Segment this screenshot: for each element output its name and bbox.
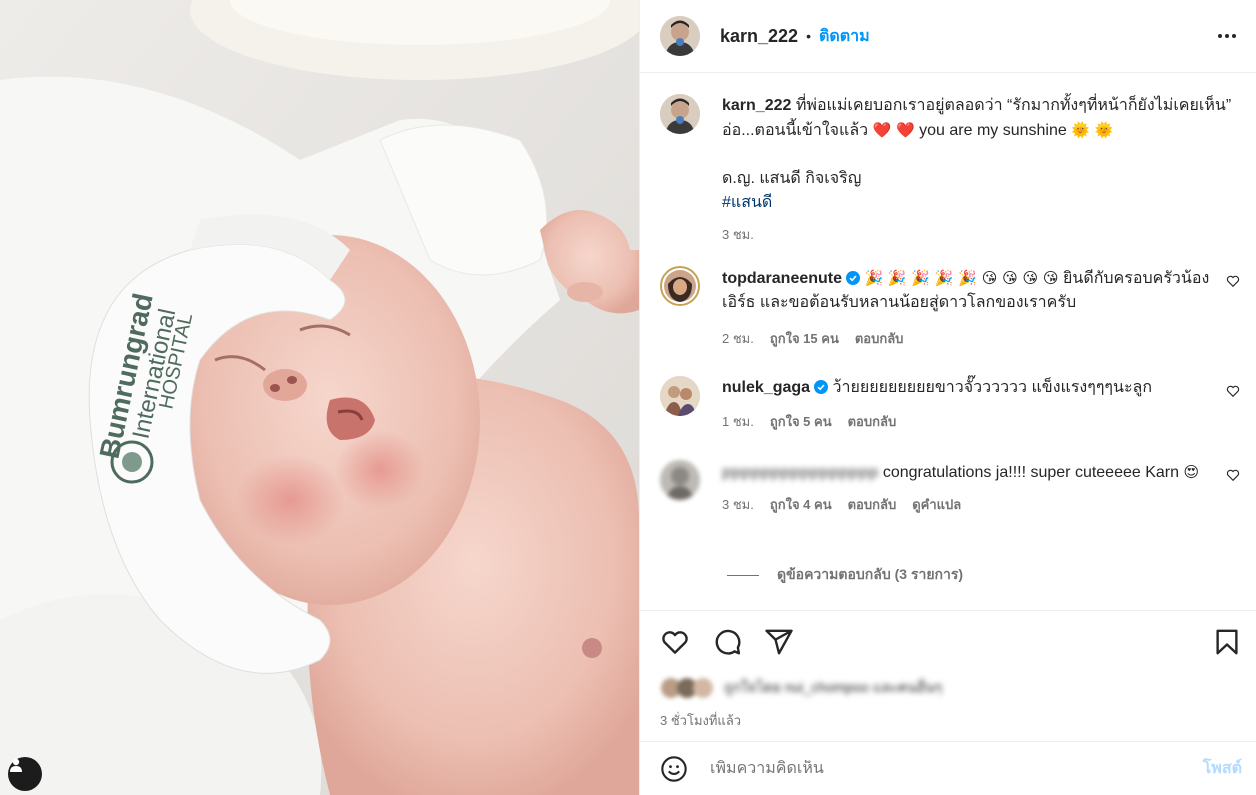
comments-section[interactable]: karn_222 ที่พ่อแม่เคยบอกเราอยู่ตลอดว่า “… — [640, 74, 1256, 609]
liked-by-text: ถูกใจโดย nui_chompoo และคนอื่นๆ — [724, 679, 943, 695]
caption-suns: 🌞 🌞 — [1071, 121, 1114, 139]
reply-button[interactable]: ตอบกลับ — [848, 410, 897, 434]
comment-avatar[interactable] — [660, 460, 700, 500]
view-replies-button[interactable]: ดูข้อความตอบกลับ (3 รายการ) — [727, 564, 963, 586]
comment-body: congratulations ja!!!! super cuteeeee Ka… — [882, 464, 1180, 481]
comment-avatar[interactable] — [660, 266, 700, 306]
caption-time: 3 ชม. — [722, 227, 754, 242]
caption-avatar[interactable] — [660, 94, 700, 134]
comment-username[interactable]: topdaraneenute — [722, 270, 842, 287]
baby-photo-illustration: Bumrungrad International HOSPITAL — [0, 0, 639, 795]
comment-item: pppppppppppppppp congratulations ja!!!! … — [660, 460, 1240, 517]
caption-meta: 3 ชม. — [722, 223, 1240, 247]
comment-like-icon[interactable] — [1226, 468, 1240, 482]
reply-button[interactable]: ตอบกลับ — [855, 327, 904, 351]
comment-item: nulek_gaga ว้ายยยยยยยยยขาวจั๊วววววว แข็ง… — [660, 376, 1240, 434]
liked-by[interactable]: ถูกใจโดย nui_chompoo และคนอื่นๆ — [660, 677, 942, 699]
heart-icon[interactable] — [660, 627, 690, 657]
caption-username[interactable]: karn_222 — [722, 97, 791, 114]
view-replies-label: ดูข้อความตอบกลับ (3 รายการ) — [777, 566, 964, 582]
post-time: 3 ชั่วโมงที่แล้ว — [660, 713, 742, 728]
comment-like-icon[interactable] — [1226, 274, 1240, 288]
comment-meta: 3 ชม. ถูกใจ 4 คน ตอบกลับ ดูคำแปล — [722, 493, 1216, 517]
post-comment-button[interactable]: โพสต์ — [1203, 756, 1242, 781]
comment-username[interactable]: nulek_gaga — [722, 379, 810, 396]
comment-likes[interactable]: ถูกใจ 5 คน — [770, 410, 832, 434]
separator-dot: • — [806, 28, 811, 44]
comment-likes[interactable]: ถูกใจ 4 คน — [770, 493, 832, 517]
comment-meta: 1 ชม. ถูกใจ 5 คน ตอบกลับ — [722, 410, 1216, 434]
add-comment-bar: โพสต์ — [640, 741, 1256, 795]
author-username[interactable]: karn_222 — [720, 26, 798, 47]
post-header: karn_222 • ติดตาม — [640, 0, 1256, 73]
post-side-panel: karn_222 • ติดตาม karn_222 ที่พ่อแม่เคยบ… — [639, 0, 1256, 795]
caption-hearts: ❤️ ❤️ — [872, 121, 915, 139]
comment-icon[interactable] — [712, 627, 742, 657]
caption: karn_222 ที่พ่อแม่เคยบอกเราอยู่ตลอดว่า “… — [660, 94, 1240, 247]
follow-button[interactable]: ติดตาม — [819, 24, 870, 49]
caption-part2: you are my sunshine — [919, 122, 1067, 139]
emoji-icon[interactable] — [660, 755, 688, 783]
comment-text: topdaraneenute 🎉 🎉 🎉 🎉 🎉 😘 😘 😘 😘 ยินดีกั… — [722, 266, 1216, 315]
author-avatar[interactable] — [660, 16, 700, 56]
comment-time: 2 ชม. — [722, 331, 754, 346]
share-icon[interactable] — [764, 627, 794, 657]
comment-time: 1 ชม. — [722, 414, 754, 429]
more-icon[interactable] — [1214, 30, 1240, 42]
post-actions: ถูกใจโดย nui_chompoo และคนอื่นๆ 3 ชั่วโม… — [640, 610, 1256, 741]
translate-button[interactable]: ดูคำแปล — [912, 493, 961, 517]
comment-input[interactable] — [710, 759, 1203, 778]
verified-icon — [814, 380, 829, 394]
comment-like-icon[interactable] — [1226, 384, 1240, 398]
verified-icon — [846, 271, 861, 285]
liked-by-avatars — [661, 678, 713, 698]
comment-text: pppppppppppppppp congratulations ja!!!! … — [722, 460, 1216, 485]
hashtag-link[interactable]: #แสนดี — [722, 191, 1240, 215]
comment-emoji: 😍 — [1183, 463, 1200, 481]
comment-emojis: 🎉 🎉 🎉 🎉 🎉 😘 😘 😘 😘 — [864, 269, 1059, 287]
comment-avatar[interactable] — [660, 376, 700, 416]
divider-line — [727, 574, 759, 576]
comment-username[interactable]: pppppppppppppppp — [722, 464, 878, 481]
reply-button[interactable]: ตอบกลับ — [848, 493, 897, 517]
caption-text: karn_222 ที่พ่อแม่เคยบอกเราอยู่ตลอดว่า “… — [722, 94, 1240, 143]
comment-likes[interactable]: ถูกใจ 15 คน — [770, 327, 839, 351]
comment-text: nulek_gaga ว้ายยยยยยยยยขาวจั๊วววววว แข็ง… — [722, 376, 1216, 400]
comment-item: topdaraneenute 🎉 🎉 🎉 🎉 🎉 😘 😘 😘 😘 ยินดีกั… — [660, 266, 1240, 351]
comment-meta: 2 ชม. ถูกใจ 15 คน ตอบกลับ — [722, 327, 1216, 351]
comment-time: 3 ชม. — [722, 497, 754, 512]
caption-name-line: ด.ญ. แสนดี กิจเจริญ — [722, 170, 862, 187]
post-photo[interactable]: Bumrungrad International HOSPITAL — [0, 0, 639, 795]
action-bar — [660, 627, 1242, 657]
comment-body: ว้ายยยยยยยยยขาวจั๊วววววว แข็งแรงๆๆๆนะลูก — [832, 379, 1153, 396]
user-tag-icon[interactable] — [8, 757, 42, 791]
bookmark-icon[interactable] — [1212, 627, 1242, 657]
